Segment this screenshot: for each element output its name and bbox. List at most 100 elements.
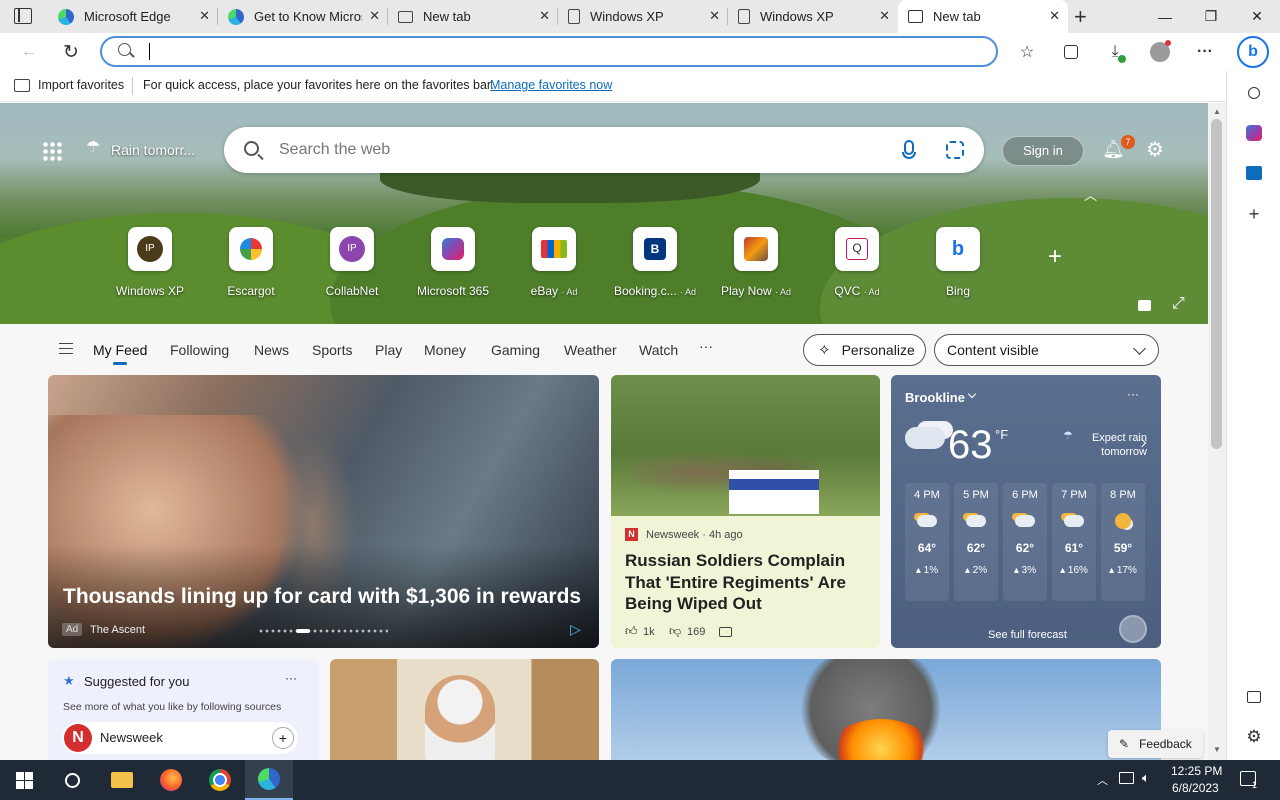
collapse-chevron-icon[interactable]: ︿ [1084,185,1097,204]
scrollbar-thumb[interactable] [1211,119,1222,449]
scroll-down-arrow-icon[interactable]: ▼ [1213,745,1221,754]
add-quicklink-button[interactable]: + [1048,243,1062,271]
quicklink-tile[interactable]: Q QVC · Ad [807,227,907,298]
follow-plus-button[interactable]: + [272,727,294,749]
feed-tab-my-feed[interactable]: My Feed [93,342,147,358]
expand-icon[interactable]: ⤢ [1172,295,1185,313]
feed-tab-weather[interactable]: Weather [564,342,617,358]
quicklink-tile[interactable]: b Bing [908,227,1008,298]
feed-tab-sports[interactable]: Sports [312,342,352,358]
feed-tab-play[interactable]: Play [375,342,402,358]
close-tab-icon[interactable]: ✕ [369,8,380,24]
dislike-icon[interactable]: 👎︎ [669,624,681,639]
collections-icon[interactable] [1056,37,1086,67]
tab-new-tab-active[interactable]: New tab ✕ [898,0,1068,33]
feed-tab-news[interactable]: News [254,342,289,358]
profile-avatar[interactable] [1145,37,1175,67]
network-icon[interactable] [1119,772,1134,784]
tab-windows-xp-2[interactable]: Windows XP ✕ [728,0,898,33]
restore-button[interactable]: ❐ [1188,0,1234,33]
clock-date[interactable]: 6/8/2023 [1172,781,1219,795]
tab-get-to-know[interactable]: Get to Know Micros ✕ [218,0,388,33]
weather-summary[interactable]: Rain tomorr... [111,142,195,158]
weather-location[interactable]: Brookline [905,390,965,405]
scroll-up-arrow-icon[interactable]: ▲ [1213,107,1221,116]
bing-copilot-icon[interactable]: b [1237,36,1269,68]
refresh-button[interactable]: ↻ [56,37,86,67]
sidebar-discover-icon[interactable] [1244,123,1264,143]
chevron-down-icon[interactable] [967,389,977,399]
firefox-icon[interactable] [147,760,195,800]
hide-sidebar-icon[interactable] [1244,687,1264,707]
sidebar-add-icon[interactable]: + [1244,204,1264,224]
page-scrollbar[interactable]: ▲ ▼ [1208,103,1226,760]
tab-microsoft-edge[interactable]: Microsoft Edge ✕ [48,0,218,33]
quicklink-tile[interactable]: B Booking.c... · Ad [605,227,705,298]
close-window-button[interactable]: ✕ [1234,0,1280,33]
full-forecast-link[interactable]: See full forecast [988,629,1067,641]
weather-map-icon[interactable] [1119,615,1147,643]
downloads-icon[interactable]: ⤓ [1100,37,1130,67]
suggested-source-row[interactable]: N Newsweek + [62,722,298,754]
minimize-button[interactable]: — [1142,0,1188,33]
personalize-button[interactable]: ✧ Personalize [803,334,926,366]
web-search-box[interactable] [224,127,984,173]
feed-tab-gaming[interactable]: Gaming [491,342,540,358]
quicklink-tile[interactable]: Microsoft 365 [403,227,503,298]
quicklink-tile[interactable]: IP CollabNet [302,227,402,298]
settings-gear-icon[interactable]: ⚙ [1146,137,1164,162]
edit-background-icon[interactable] [1138,300,1151,311]
product-image-card[interactable] [330,659,599,760]
quicklink-tile[interactable]: eBay · Ad [504,227,604,298]
feed-more-button[interactable]: ··· [699,338,713,354]
card-headline[interactable]: Thousands lining up for card with $1,306… [63,585,581,609]
feedback-button[interactable]: ✎ Feedback [1108,730,1203,758]
sign-in-button[interactable]: Sign in [1002,136,1084,166]
volume-icon[interactable]: 🔈︎ [1142,770,1150,786]
close-tab-icon[interactable]: ✕ [1049,8,1060,24]
close-tab-icon[interactable]: ✕ [709,8,720,24]
tab-new-tab-1[interactable]: New tab ✕ [388,0,558,33]
news-headline[interactable]: Russian Soldiers Complain That 'Entire R… [625,550,870,615]
like-icon[interactable]: 👍︎ [625,624,638,639]
quicklink-tile[interactable]: IP Windows XP [100,227,200,298]
address-input[interactable] [148,41,968,62]
apps-launcher-icon[interactable] [42,141,62,161]
carousel-dots[interactable] [258,629,388,633]
manage-favorites-link[interactable]: Manage favorites now [490,78,612,92]
taskbar-search-icon[interactable] [48,760,96,800]
sidebar-settings-icon[interactable]: ⚙ [1244,727,1264,747]
quicklink-tile[interactable]: Play Now · Ad [706,227,806,298]
start-button[interactable] [0,760,48,800]
close-tab-icon[interactable]: ✕ [199,8,210,24]
file-explorer-icon[interactable] [98,760,146,800]
sidebar-search-icon[interactable] [1244,83,1264,103]
close-tab-icon[interactable]: ✕ [539,8,550,24]
edge-taskbar-icon[interactable] [245,760,293,800]
quicklink-tile[interactable]: Escargot [201,227,301,298]
weather-more-icon[interactable]: ··· [1127,387,1139,401]
comment-icon[interactable] [719,627,732,637]
feed-tab-watch[interactable]: Watch [639,342,678,358]
feed-tab-money[interactable]: Money [424,342,466,358]
featured-ad-card[interactable]: Thousands lining up for card with $1,306… [48,375,599,648]
web-search-input[interactable] [279,139,879,161]
suggested-more-icon[interactable]: ··· [285,671,297,685]
ad-choices-icon[interactable]: ▷ [570,621,581,638]
weather-alert[interactable]: Expect rain tomorrow [1069,431,1147,459]
news-image-card[interactable] [611,659,1161,760]
more-menu-icon[interactable]: ··· [1190,37,1220,67]
tab-actions-icon[interactable] [14,8,32,24]
show-hidden-icons-icon[interactable]: ︿ [1097,772,1108,788]
clock-time[interactable]: 12:25 PM [1171,764,1222,778]
new-tab-button[interactable]: + [1074,4,1087,30]
visual-search-icon[interactable] [946,141,964,159]
hamburger-menu-icon[interactable] [59,343,73,354]
back-button[interactable]: ← [14,37,44,67]
address-bar[interactable] [100,36,998,67]
feed-tab-following[interactable]: Following [170,342,229,358]
news-card[interactable]: N Newsweek · 4h ago Russian Soldiers Com… [611,375,880,648]
import-favorites-button[interactable]: Import favorites [38,78,124,92]
tab-windows-xp-1[interactable]: Windows XP ✕ [558,0,728,33]
weather-card[interactable]: Brookline ··· 63 °F ☂ Expect rain tomorr… [891,375,1161,648]
